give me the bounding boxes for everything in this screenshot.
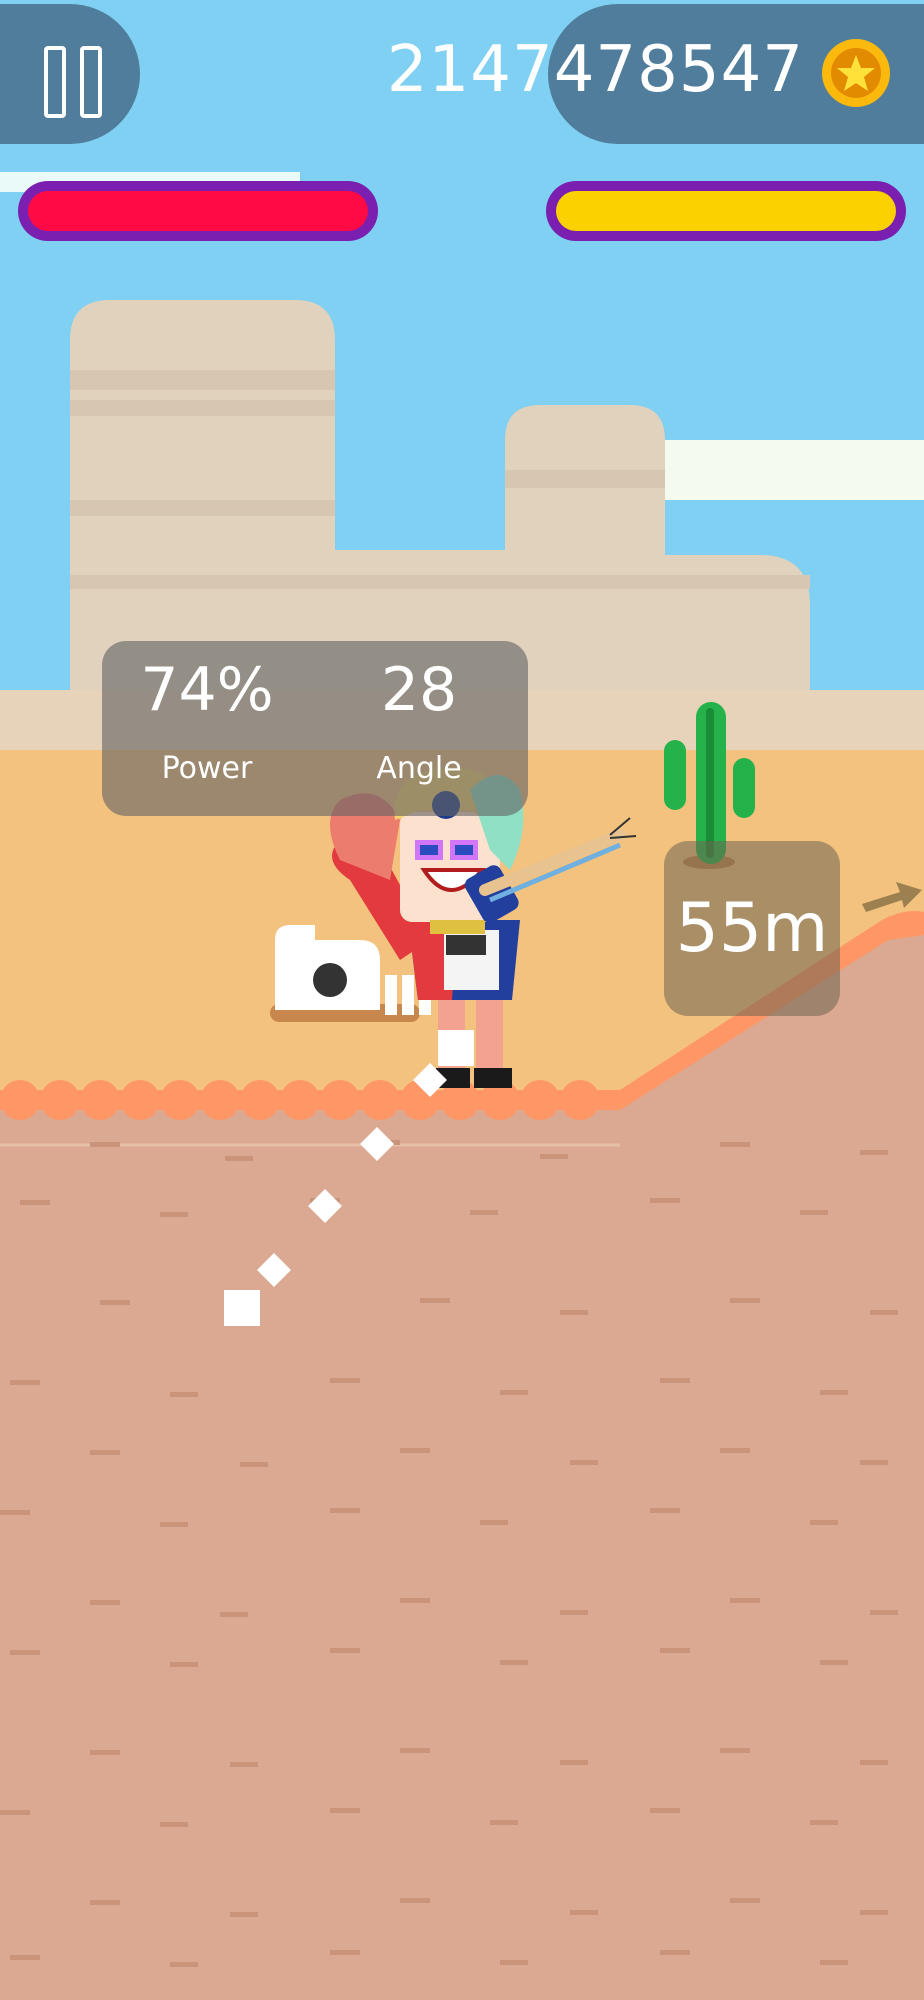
- coin-count: 2147478547: [386, 33, 804, 107]
- arrow-right-icon: [862, 882, 922, 912]
- pause-button[interactable]: [0, 4, 140, 144]
- player-health-bar: [18, 181, 378, 241]
- pause-icon: [80, 46, 102, 118]
- angle-label: Angle: [376, 751, 462, 786]
- player-health-fill: [28, 191, 368, 231]
- pause-icon: [44, 46, 66, 118]
- star-coin-icon: [822, 39, 890, 107]
- angle-value: 28: [380, 655, 458, 725]
- aim-stats-panel: 74% 28 Power Angle: [102, 641, 528, 816]
- power-value: 74%: [140, 655, 274, 725]
- game-stage[interactable]: 2147478547 74% 28 Power Angle 55m: [0, 0, 924, 2000]
- distance-indicator: 55m: [664, 841, 840, 1016]
- power-label: Power: [161, 751, 253, 786]
- enemy-health-bar: [546, 181, 906, 241]
- cloud: [660, 440, 924, 500]
- enemy-health-fill: [556, 191, 896, 231]
